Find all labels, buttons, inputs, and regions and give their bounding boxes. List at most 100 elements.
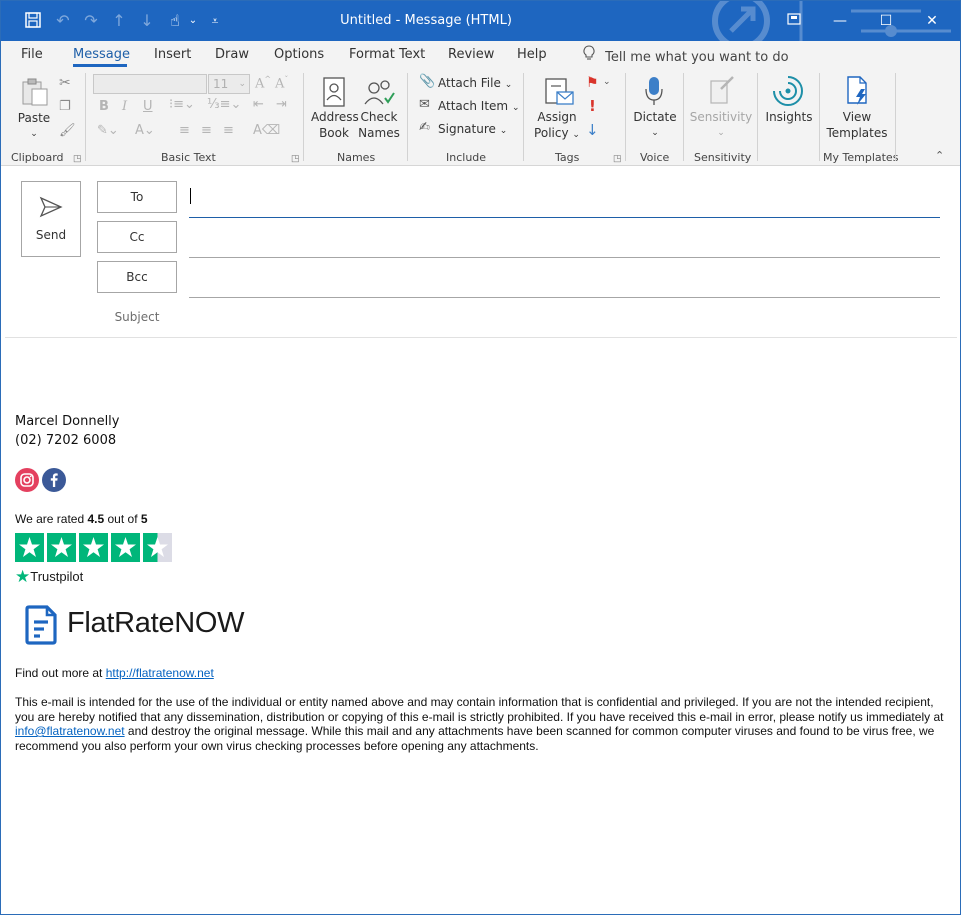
paperclip-icon: 📎 [419, 74, 436, 89]
increase-indent-icon[interactable]: ⇥ [276, 97, 287, 112]
clipboard-launcher-icon[interactable]: ◳ [73, 153, 82, 164]
microphone-icon[interactable] [643, 75, 665, 107]
ribbon-separator [625, 73, 626, 161]
basic-text-launcher-icon[interactable]: ◳ [291, 153, 300, 164]
cut-icon[interactable]: ✂ [59, 75, 71, 91]
bcc-field[interactable] [189, 297, 940, 298]
check-names-icon[interactable] [363, 76, 395, 108]
email-link[interactable]: info@flatratenow.net [15, 724, 125, 738]
send-label: Send [35, 228, 67, 242]
attach-file-label: Attach File [438, 76, 501, 90]
font-name-combo[interactable] [93, 74, 207, 94]
attach-item-button[interactable]: Attach Item ⌄ [438, 99, 519, 113]
underline-button[interactable]: U [143, 99, 153, 114]
insights-icon[interactable] [772, 75, 804, 107]
tab-message[interactable]: Message [73, 47, 130, 62]
rating-prefix: We are rated [15, 512, 88, 526]
tags-launcher-icon[interactable]: ◳ [613, 153, 622, 164]
tell-me-search[interactable]: Tell me what you want to do [583, 45, 789, 65]
align-right-icon[interactable]: ≡ [223, 123, 234, 138]
dictate-dropdown-icon[interactable]: ⌄ [631, 126, 679, 141]
signature-label: Signature [438, 122, 496, 136]
view-templates-icon[interactable] [844, 75, 872, 107]
align-left-icon[interactable]: ≡ [179, 123, 190, 138]
view-templates-label-2[interactable]: Templates [823, 126, 891, 141]
grow-font-icon[interactable]: A^ [255, 75, 271, 91]
paste-icon[interactable] [20, 77, 50, 107]
paste-button[interactable]: Paste [14, 111, 54, 126]
attach-item-label: Attach Item [438, 99, 509, 113]
attach-item-icon: ✉ [419, 97, 430, 112]
attach-item-dropdown-icon: ⌄ [511, 103, 520, 113]
trustpilot-star-box [15, 533, 44, 562]
format-painter-icon[interactable]: 🖌 [59, 123, 76, 138]
title-bar: ↶ ↷ ↑ ↓ ☝ ⌄ ⩡ Untitled - Message (HTML) … [1, 1, 960, 41]
sensitivity-button[interactable]: Sensitivity [687, 110, 755, 125]
tab-options[interactable]: Options [274, 47, 324, 62]
tab-help[interactable]: Help [517, 47, 547, 62]
decrease-indent-icon[interactable]: ⇤ [253, 97, 264, 112]
view-templates-label-1[interactable]: View [823, 110, 891, 125]
tab-draw[interactable]: Draw [215, 47, 249, 62]
check-names-label-2[interactable]: Names [357, 126, 401, 141]
assign-policy-label-1[interactable]: Assign [533, 110, 581, 125]
website-link[interactable]: http://flatratenow.net [106, 666, 214, 680]
maximize-icon[interactable]: ☐ [863, 7, 909, 35]
bullets-icon[interactable]: ⁝≡⌄ [169, 97, 195, 112]
send-button[interactable]: Send [21, 181, 81, 257]
follow-up-dropdown-icon[interactable]: ⌄ [603, 77, 611, 87]
shrink-font-icon[interactable]: Aˇ [275, 75, 288, 91]
dictate-button[interactable]: Dictate [631, 110, 679, 125]
to-field[interactable] [189, 217, 940, 218]
ribbon: Paste ⌄ ✂ ❐ 🖌 Clipboard ◳ 11 ⌄ A^ Aˇ B I … [1, 69, 960, 166]
voice-group-label: Voice [640, 151, 670, 164]
collapse-ribbon-icon[interactable]: ⌃ [935, 149, 944, 162]
copy-icon[interactable]: ❐ [59, 99, 71, 114]
to-button[interactable]: To [97, 181, 177, 213]
address-book-icon[interactable] [321, 76, 347, 108]
body-divider [5, 337, 957, 338]
find-out-more: Find out more at http://flatratenow.net [15, 666, 214, 680]
bcc-button[interactable]: Bcc [97, 261, 177, 293]
sensitivity-group-label: Sensitivity [694, 151, 752, 164]
tab-file[interactable]: File [21, 47, 43, 62]
tab-format-text[interactable]: Format Text [349, 47, 425, 62]
rating-value: 4.5 [87, 512, 105, 526]
facebook-icon[interactable] [42, 468, 66, 492]
font-size-combo[interactable]: 11 ⌄ [208, 74, 250, 94]
assign-policy-icon[interactable] [543, 76, 575, 108]
high-importance-icon[interactable]: ! [589, 97, 596, 115]
attach-file-dropdown-icon: ⌄ [504, 80, 513, 90]
address-book-label-1[interactable]: Address [311, 110, 359, 125]
minimize-icon[interactable]: — [817, 7, 863, 35]
tab-insert[interactable]: Insert [154, 47, 191, 62]
close-icon[interactable]: ✕ [909, 7, 955, 35]
cc-field[interactable] [189, 257, 940, 258]
check-names-label-1[interactable]: Check [357, 110, 401, 125]
sensitivity-icon[interactable] [707, 75, 735, 107]
clear-formatting-icon[interactable]: A⌫ [253, 123, 280, 138]
cc-button[interactable]: Cc [97, 221, 177, 253]
signature-button[interactable]: Signature ⌄ [438, 122, 507, 136]
sensitivity-dropdown-icon[interactable]: ⌄ [687, 126, 755, 141]
signature-name: Marcel Donnelly [15, 414, 120, 429]
font-color-icon[interactable]: A⌄ [135, 123, 155, 138]
ribbon-separator [757, 73, 758, 161]
ribbon-display-options-icon[interactable] [771, 7, 817, 35]
address-book-label-2[interactable]: Book [311, 126, 357, 141]
assign-policy-button[interactable]: Policy ⌄ [533, 126, 581, 143]
italic-button[interactable]: I [122, 99, 127, 114]
follow-up-flag-icon[interactable]: ⚑ [586, 75, 599, 91]
insights-button[interactable]: Insights [761, 110, 817, 125]
numbering-icon[interactable]: ⅓≡⌄ [207, 97, 241, 112]
lightbulb-icon [583, 45, 601, 65]
align-center-icon[interactable]: ≡ [201, 123, 212, 138]
attach-file-button[interactable]: Attach File ⌄ [438, 76, 512, 90]
bold-button[interactable]: B [99, 99, 109, 114]
trustpilot-star-box [79, 533, 108, 562]
instagram-icon[interactable] [15, 468, 39, 492]
low-importance-icon[interactable]: ↓ [586, 121, 599, 139]
highlight-icon[interactable]: ✎⌄ [97, 123, 119, 138]
tab-review[interactable]: Review [448, 47, 494, 62]
paste-dropdown-icon[interactable]: ⌄ [14, 127, 54, 142]
